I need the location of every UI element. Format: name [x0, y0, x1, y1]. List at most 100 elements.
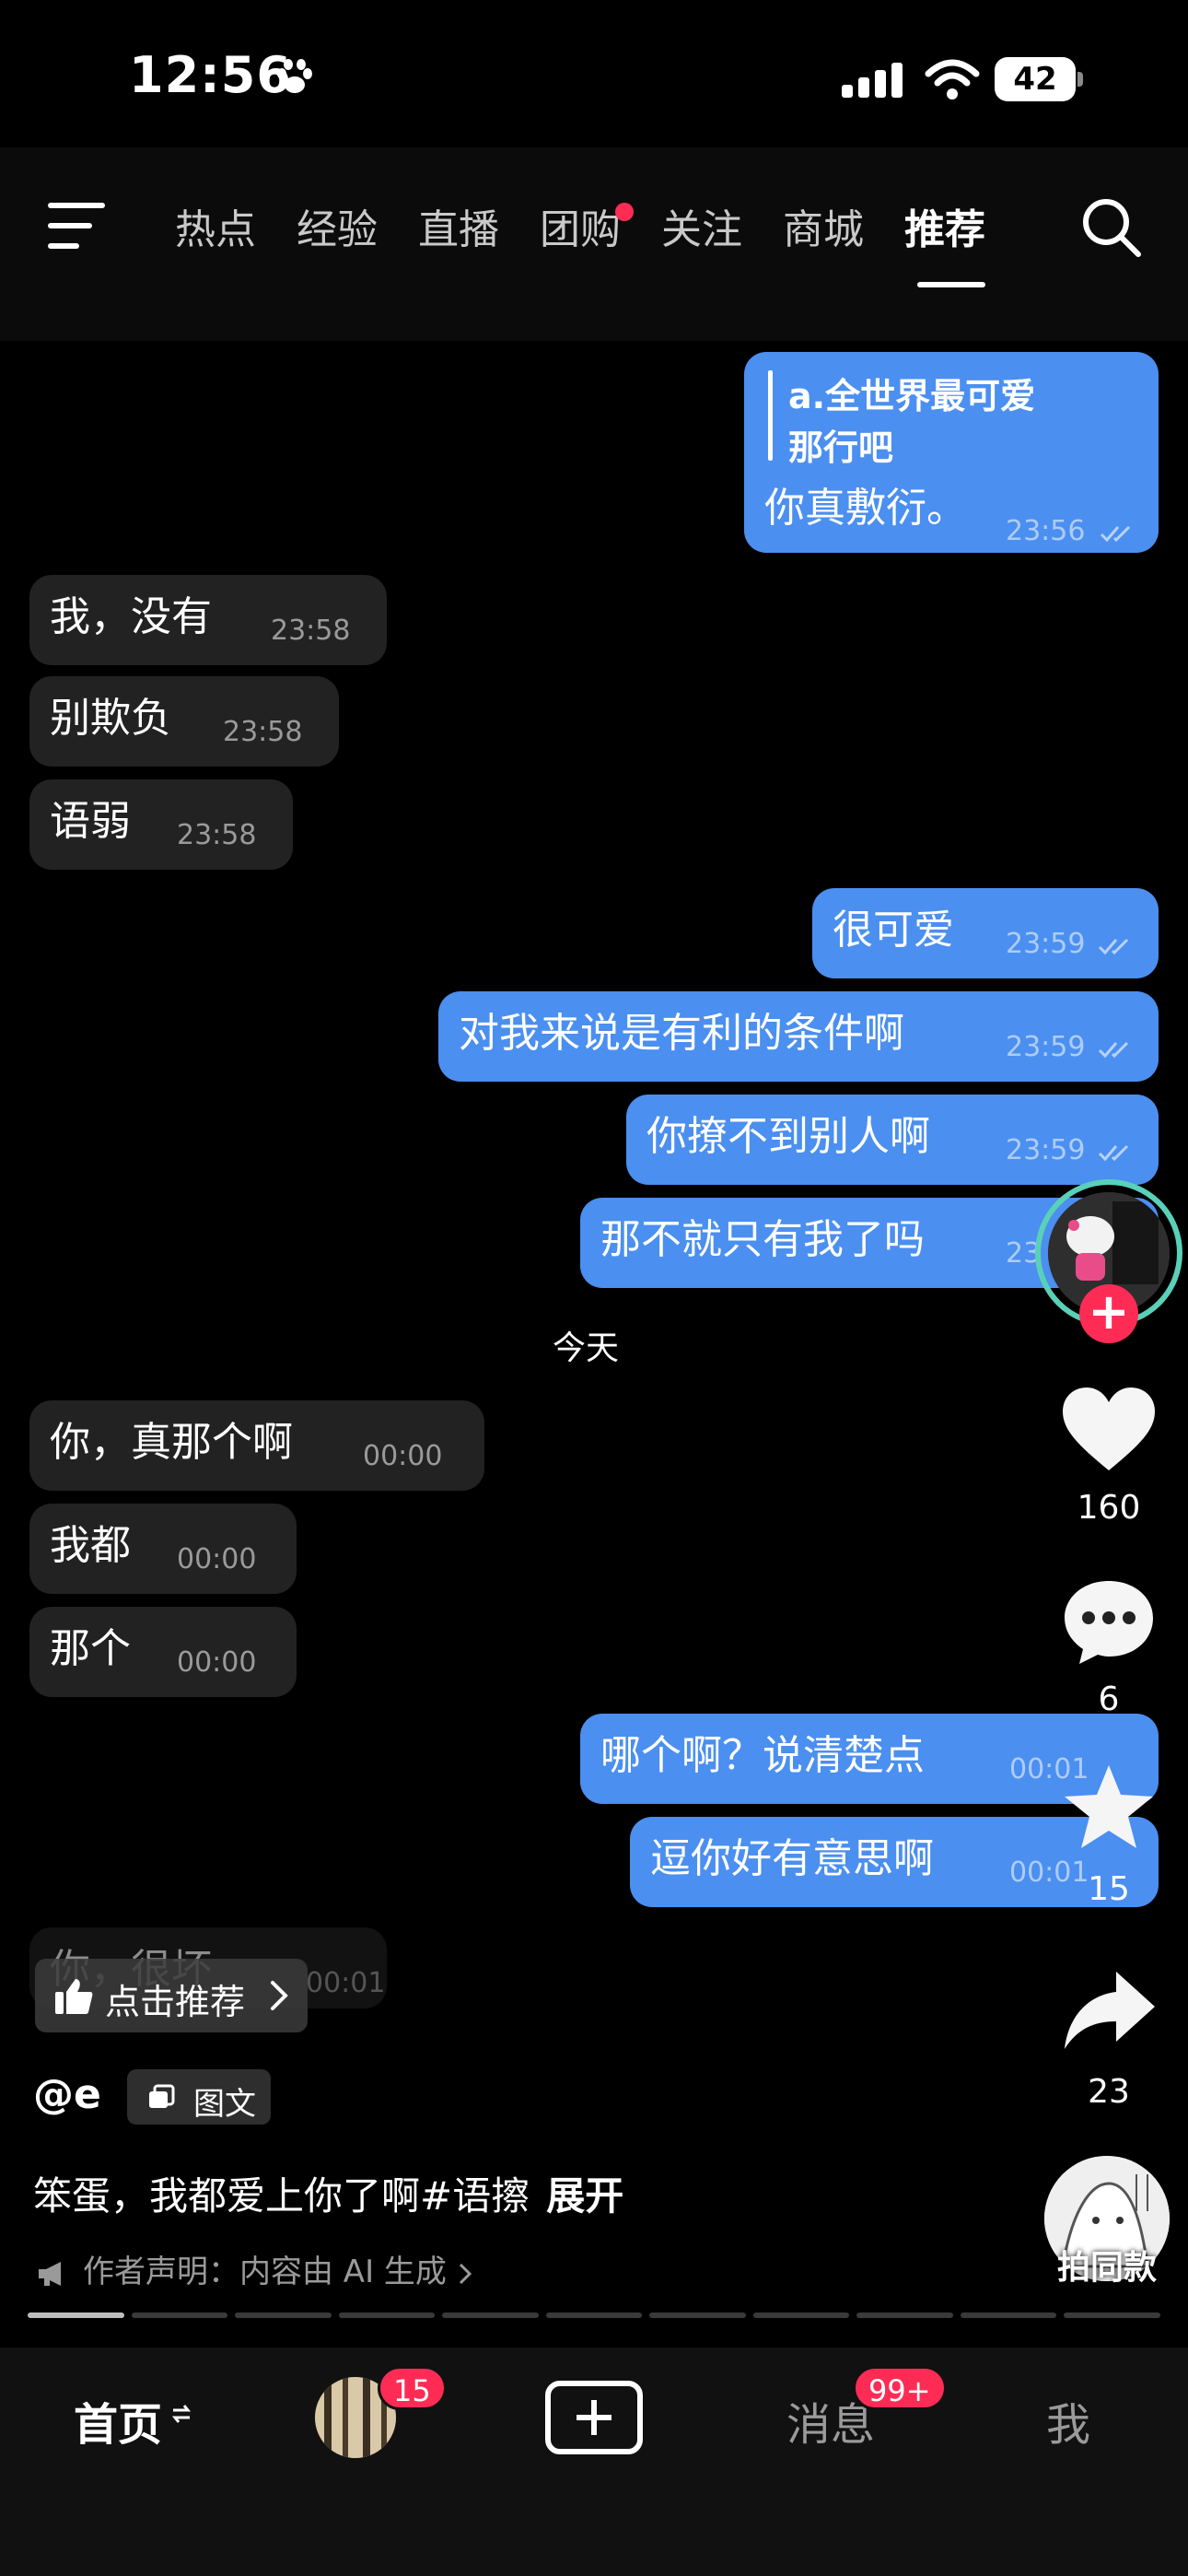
favorite-star-icon[interactable]	[1059, 1762, 1159, 1854]
swap-arrows-icon	[171, 2405, 192, 2423]
post-caption: 笨蛋，我都爱上你了啊#语擦 展开	[33, 2165, 623, 2221]
expand-button[interactable]: 展开	[546, 2173, 623, 2219]
top-nav: 热点 经验 直播 团购 关注 商城 推荐	[0, 147, 1188, 341]
message-text: 我都	[50, 1522, 131, 1569]
message-bubble-incoming: 我，没有 23:58	[29, 575, 387, 665]
message-time: 00:01	[306, 1967, 386, 1999]
quoted-line: 那行吧	[788, 427, 894, 468]
chat-image: a.全世界最可爱 那行吧 你真敷衍。 23:56 我，没有 23:58 别欺负 …	[0, 341, 1188, 2008]
read-check-icon	[1098, 938, 1129, 955]
status-bar: 12:56 42	[0, 0, 1188, 147]
progress-segment	[649, 2313, 746, 2318]
progress-segment	[1064, 2313, 1161, 2318]
comment-count: 6	[1098, 1680, 1120, 1718]
message-bubble-outgoing: 你撩不到别人啊 23:59	[626, 1095, 1159, 1185]
read-check-icon	[1098, 1144, 1129, 1162]
create-button[interactable]	[545, 2381, 643, 2454]
message-time: 23:59	[1006, 928, 1086, 960]
message-text: 我，没有	[50, 593, 212, 640]
like-count: 160	[1077, 1489, 1141, 1527]
message-text: 你真敷衍。	[764, 485, 967, 532]
message-text: 别欺负	[50, 695, 171, 742]
message-bubble-outgoing: 对我来说是有利的条件啊 23:59	[438, 991, 1159, 1082]
tab-group-buy[interactable]: 团购	[540, 193, 634, 267]
message-time: 00:00	[177, 1543, 257, 1575]
progress-segment	[338, 2313, 436, 2318]
tab-home[interactable]: 首页	[74, 2388, 162, 2453]
megaphone-icon	[39, 2261, 61, 2286]
quoted-line: a.全世界最可爱	[788, 376, 1036, 416]
message-time: 23:58	[177, 819, 257, 851]
message-bubble-incoming: 我都 00:00	[29, 1504, 297, 1594]
tab-following[interactable]: 关注	[661, 193, 742, 267]
message-time: 23:56	[1006, 515, 1086, 547]
message-text: 那个	[50, 1625, 131, 1672]
chevron-right-icon	[459, 2263, 472, 2284]
tab-live[interactable]: 直播	[418, 193, 499, 267]
notification-dot	[615, 203, 634, 221]
share-arrow-icon[interactable]	[1059, 1964, 1159, 2056]
share-count: 23	[1088, 2073, 1130, 2111]
follow-plus-icon[interactable]: +	[1079, 1284, 1138, 1343]
read-check-icon	[1100, 525, 1131, 543]
friends-badge: 15	[378, 2366, 447, 2410]
message-bubble-incoming: 你，真那个啊 00:00	[29, 1400, 484, 1491]
comment-icon[interactable]	[1059, 1575, 1159, 1668]
date-separator: 今天	[553, 1329, 620, 1367]
progress-segment	[131, 2313, 228, 2318]
message-text: 逗你好有意思啊	[650, 1835, 934, 1882]
wifi-icon	[925, 59, 980, 100]
message-time: 00:00	[177, 1646, 257, 1679]
menu-icon[interactable]	[48, 203, 105, 251]
progress-segment	[28, 2313, 124, 2318]
message-time: 23:58	[271, 615, 351, 647]
message-text: 语弱	[50, 798, 131, 845]
search-icon[interactable]	[1079, 195, 1144, 260]
like-heart-icon[interactable]	[1059, 1384, 1159, 1476]
post-type-badge: 图文	[127, 2069, 271, 2125]
tab-experience[interactable]: 经验	[297, 193, 378, 267]
tab-me[interactable]: 我	[1046, 2388, 1090, 2453]
message-bubble-incoming: 那个 00:00	[29, 1607, 297, 1697]
progress-segment	[442, 2313, 539, 2318]
progress-segment	[856, 2313, 953, 2318]
battery-level: 42	[995, 57, 1076, 101]
thumbs-up-icon	[55, 1979, 93, 2014]
message-time: 00:00	[363, 1440, 443, 1472]
author-handle[interactable]: @e	[33, 2071, 101, 2118]
message-bubble-incoming: 别欺负 23:58	[29, 676, 339, 767]
cellular-signal-icon	[842, 63, 903, 98]
read-check-icon	[1098, 1041, 1129, 1059]
bottom-tab-bar: 首页 15 消息 99+ 我	[0, 2348, 1188, 2576]
message-bubble-outgoing: a.全世界最可爱 那行吧 你真敷衍。 23:56	[744, 352, 1159, 553]
progress-segment	[545, 2313, 643, 2318]
message-time: 23:59	[1006, 1134, 1086, 1166]
message-time: 23:59	[1006, 1031, 1086, 1063]
message-text: 那不就只有我了吗	[600, 1216, 925, 1263]
battery-icon: 42	[995, 57, 1083, 101]
messages-badge: 99+	[853, 2366, 947, 2410]
post-type-label: 图文	[193, 2086, 256, 2123]
progress-segment	[235, 2313, 332, 2318]
recommend-button[interactable]: 点击推荐	[35, 1959, 308, 2032]
message-time: 23:58	[223, 716, 303, 748]
tab-hot[interactable]: 热点	[175, 193, 256, 267]
progress-segment	[752, 2313, 850, 2318]
same-style-label[interactable]: 拍同款	[1057, 2241, 1157, 2289]
progress-segment	[960, 2313, 1057, 2318]
creator-avatar[interactable]: +	[1035, 1179, 1182, 1343]
message-text: 很可爱	[833, 907, 954, 954]
feed-tabs: 热点 经验 直播 团购 关注 商城 推荐	[175, 193, 1026, 287]
recommend-label: 点击推荐	[105, 1982, 246, 2022]
disclaimer-text: 作者声明：内容由 AI 生成	[83, 2254, 447, 2290]
caption-text: 笨蛋，我都爱上你了啊#语擦	[33, 2173, 530, 2219]
paw-icon	[277, 59, 312, 93]
message-text: 你，真那个啊	[50, 1419, 293, 1466]
message-text: 你撩不到别人啊	[646, 1113, 930, 1160]
active-tab-indicator	[917, 282, 985, 287]
tab-recommend[interactable]: 推荐	[904, 193, 985, 287]
ai-disclaimer[interactable]: 作者声明：内容由 AI 生成	[37, 2246, 472, 2291]
message-bubble-outgoing: 很可爱 23:59	[812, 888, 1159, 978]
message-text: 对我来说是有利的条件啊	[459, 1010, 904, 1057]
tab-mall[interactable]: 商城	[783, 193, 864, 267]
